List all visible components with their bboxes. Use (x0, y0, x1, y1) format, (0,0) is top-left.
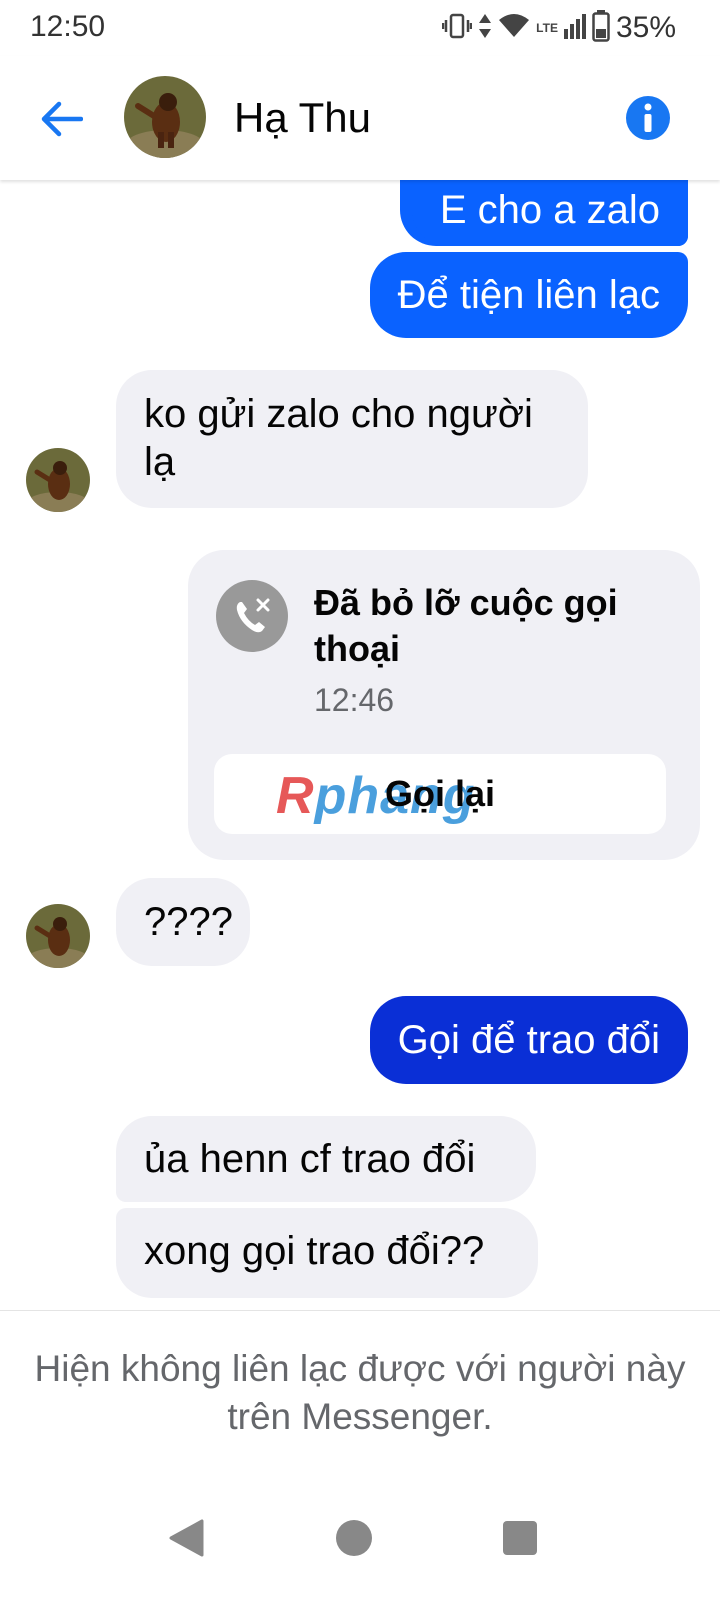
unavailable-notice: Hiện không liên lạc được với người này t… (0, 1310, 720, 1480)
call-title: Đã bỏ lỡ cuộc gọi thoại (314, 582, 618, 669)
data-arrows-icon (478, 12, 492, 45)
nav-recents-button[interactable] (492, 1510, 548, 1566)
call-back-button[interactable]: Rphang Gọi lại (214, 754, 666, 834)
status-time: 12:50 (30, 10, 106, 43)
message-text: xong gọi trao đổi?? (144, 1229, 485, 1273)
message-outgoing[interactable]: Gọi để trao đổi (369, 996, 688, 1084)
avatar[interactable] (124, 76, 206, 158)
circle-home-icon (336, 1520, 372, 1556)
battery-percent: 35% (615, 11, 676, 44)
square-recents-icon (503, 1521, 537, 1555)
vibrate-icon (441, 12, 473, 45)
message-text: ủa henn cf trao đổi (144, 1137, 476, 1181)
lte-label: LTE (536, 21, 558, 35)
status-icons: LTE 35% (441, 9, 676, 47)
status-bar: 12:50 LTE 35% (0, 0, 720, 56)
battery-icon (592, 9, 610, 47)
info-button[interactable] (624, 94, 672, 142)
message-text: E cho a zalo (439, 188, 660, 232)
call-time: 12:46 (314, 682, 395, 718)
missed-call-icon (216, 580, 288, 652)
system-nav-bar (0, 1480, 720, 1600)
signal-icon (563, 13, 586, 44)
message-outgoing[interactable]: E cho a zalo (411, 180, 688, 246)
message-text: ???? (144, 900, 233, 944)
sender-avatar[interactable] (26, 448, 90, 512)
nav-home-button[interactable] (326, 1510, 382, 1566)
message-incoming[interactable]: ko gửi zalo cho người lạ (116, 370, 588, 508)
message-incoming[interactable]: xong gọi trao đổi?? (116, 1208, 538, 1298)
message-incoming[interactable]: ???? (116, 878, 250, 966)
message-text-line: ko gửi zalo cho người (144, 392, 533, 436)
wifi-icon (498, 13, 530, 44)
message-outgoing[interactable]: Để tiện liên lạc (369, 252, 688, 338)
triangle-back-icon (169, 1519, 204, 1557)
sender-avatar[interactable] (26, 904, 90, 968)
info-icon (626, 96, 670, 140)
call-back-label: Gọi lại (384, 773, 496, 814)
contact-name[interactable]: Hạ Thu (234, 94, 371, 142)
back-button[interactable] (36, 94, 86, 144)
message-incoming[interactable]: ủa henn cf trao đổi (116, 1116, 536, 1202)
message-text-line: lạ (144, 440, 176, 484)
missed-call-card[interactable]: Đã bỏ lỡ cuộc gọi thoại 12:46 Rphang Gọi… (188, 550, 700, 860)
back-arrow-icon (41, 101, 83, 137)
notice-text: Hiện không liên lạc được với người này t… (34, 1348, 686, 1437)
message-list[interactable]: E cho a zalo Để tiện liên lạc ko gửi zal… (0, 180, 720, 1310)
message-text: Để tiện liên lạc (397, 273, 660, 317)
nav-back-button[interactable] (158, 1510, 214, 1566)
conversation-header: Hạ Thu (0, 56, 720, 180)
message-text: Gọi để trao đổi (397, 1018, 660, 1062)
